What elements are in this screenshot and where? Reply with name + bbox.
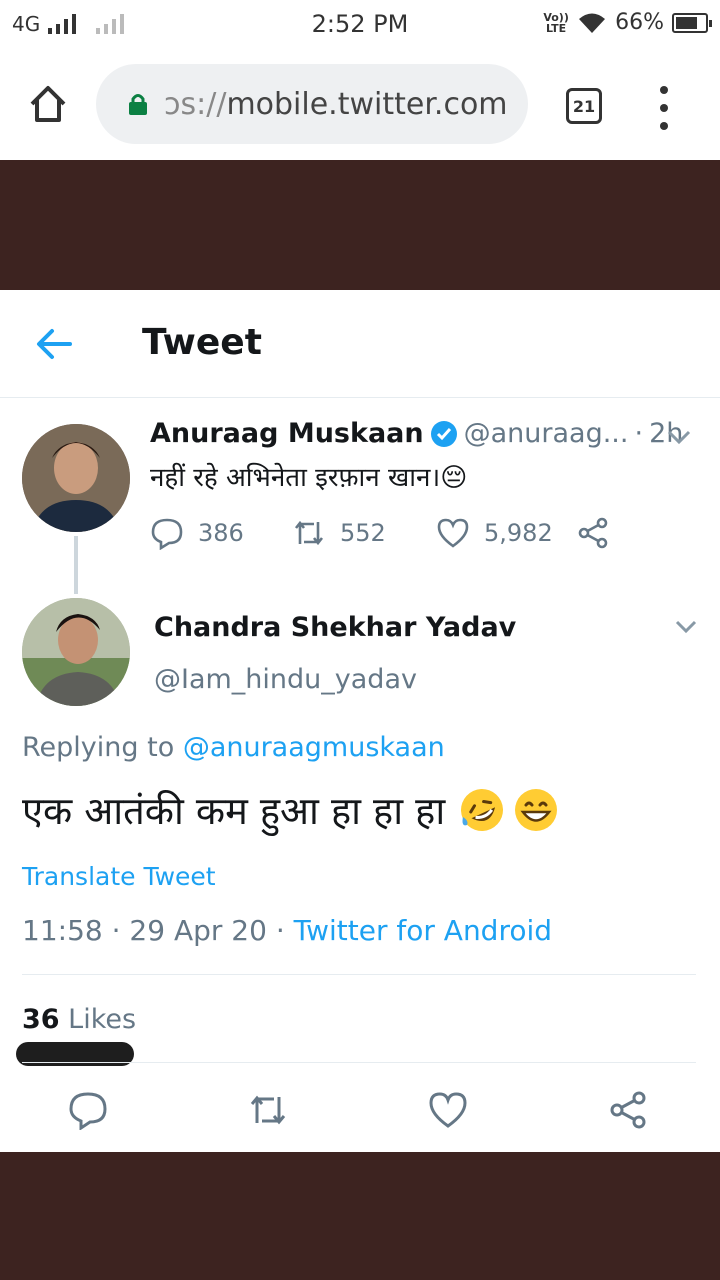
avatar[interactable] bbox=[22, 598, 130, 706]
home-icon[interactable] bbox=[26, 82, 70, 126]
status-right: Vo)) LTE 66% bbox=[543, 10, 712, 35]
back-arrow-icon[interactable] bbox=[34, 326, 74, 362]
reply-icon bbox=[151, 518, 183, 550]
grinning-emoji-icon bbox=[515, 789, 558, 831]
tweet-date: 29 Apr 20 bbox=[129, 914, 267, 947]
tab-switcher-button[interactable]: 21 bbox=[566, 88, 602, 124]
tweet-header: Tweet bbox=[0, 290, 720, 398]
retweet-action[interactable]: 552 bbox=[292, 516, 386, 550]
parent-tweet-actions: 386 552 5,982 bbox=[150, 516, 630, 556]
translate-tweet-link[interactable]: Translate Tweet bbox=[22, 862, 216, 891]
divider bbox=[22, 974, 696, 975]
url-host: mobile.twitter.com bbox=[226, 86, 508, 122]
battery-fill bbox=[676, 16, 698, 29]
reply-icon[interactable] bbox=[68, 1090, 108, 1130]
url-text: ɔs://mobile.twitter.com bbox=[164, 87, 508, 122]
overflow-menu-icon[interactable] bbox=[650, 86, 678, 130]
thread-connector bbox=[74, 536, 78, 594]
share-icon[interactable] bbox=[608, 1090, 648, 1130]
lock-icon bbox=[129, 94, 147, 115]
replying-handle-link[interactable]: @anuraagmuskaan bbox=[183, 732, 445, 763]
avatar-image bbox=[22, 424, 130, 532]
replying-to: Replying to @anuraagmuskaan bbox=[22, 732, 445, 763]
url-scheme: ɔs:// bbox=[164, 86, 227, 122]
rolling-laughing-emoji-icon bbox=[461, 789, 504, 831]
retweet-icon[interactable] bbox=[248, 1090, 288, 1130]
status-bar: 4G 2:52 PM Vo)) LTE 66% bbox=[0, 0, 720, 52]
parent-author-name[interactable]: Anuraag Muskaan bbox=[150, 418, 424, 449]
tweet-actions bbox=[0, 1090, 720, 1134]
likes-label: Likes bbox=[68, 1004, 137, 1035]
url-bar[interactable]: ɔs://mobile.twitter.com bbox=[96, 64, 528, 144]
page-title: Tweet bbox=[142, 322, 262, 363]
like-count: 5,982 bbox=[484, 519, 553, 547]
share-action[interactable] bbox=[576, 516, 610, 550]
tweet-time: 11:58 bbox=[22, 914, 103, 947]
heart-icon[interactable] bbox=[428, 1090, 468, 1130]
separator: · bbox=[634, 418, 644, 449]
avatar[interactable] bbox=[22, 424, 130, 532]
author-handle[interactable]: @Iam_hindu_yadav bbox=[154, 664, 417, 695]
tweet-body: एक आतंकी कम हुआ हा हा हा bbox=[22, 789, 446, 833]
parent-author-handle[interactable]: @anuraag... bbox=[464, 418, 629, 449]
author-name[interactable]: Chandra Shekhar Yadav bbox=[154, 612, 516, 643]
wifi-icon bbox=[579, 13, 606, 33]
tweet-meta: 11:58 · 29 Apr 20 · Twitter for Android bbox=[22, 914, 552, 947]
heart-icon bbox=[437, 518, 469, 548]
verified-badge-icon bbox=[430, 420, 457, 447]
separator: · bbox=[275, 914, 285, 947]
tweet-page: Tweet Anuraag Muskaan @anuraag... · 2h न… bbox=[0, 290, 720, 1152]
retweet-count: 552 bbox=[340, 519, 386, 547]
likes-count: 36 bbox=[22, 1004, 60, 1035]
chevron-down-icon[interactable] bbox=[674, 618, 698, 636]
parent-tweet-text: नहीं रहे अभिनेता इरफ़ान खान।😔 bbox=[150, 463, 468, 493]
reply-action[interactable]: 386 bbox=[150, 516, 244, 550]
share-icon bbox=[578, 517, 608, 549]
reply-count: 386 bbox=[198, 519, 244, 547]
tweet-text: एक आतंकी कम हुआ हा हा हा bbox=[22, 784, 559, 836]
tweet-source-link[interactable]: Twitter for Android bbox=[294, 914, 552, 947]
retweet-icon bbox=[294, 520, 324, 546]
battery-icon bbox=[672, 12, 712, 33]
avatar-image bbox=[22, 598, 130, 706]
separator: · bbox=[111, 914, 121, 947]
replying-label: Replying to bbox=[22, 732, 175, 763]
chevron-down-icon[interactable] bbox=[666, 428, 692, 446]
volte-icon: Vo)) LTE bbox=[543, 10, 569, 35]
battery-percent: 66% bbox=[615, 10, 664, 35]
likes-summary[interactable]: 36 Likes bbox=[22, 1004, 136, 1035]
divider bbox=[22, 1062, 696, 1063]
browser-toolbar: ɔs://mobile.twitter.com 21 bbox=[0, 52, 720, 160]
parent-tweet-header: Anuraag Muskaan @anuraag... · 2h bbox=[150, 418, 690, 449]
like-action[interactable]: 5,982 bbox=[436, 516, 553, 550]
